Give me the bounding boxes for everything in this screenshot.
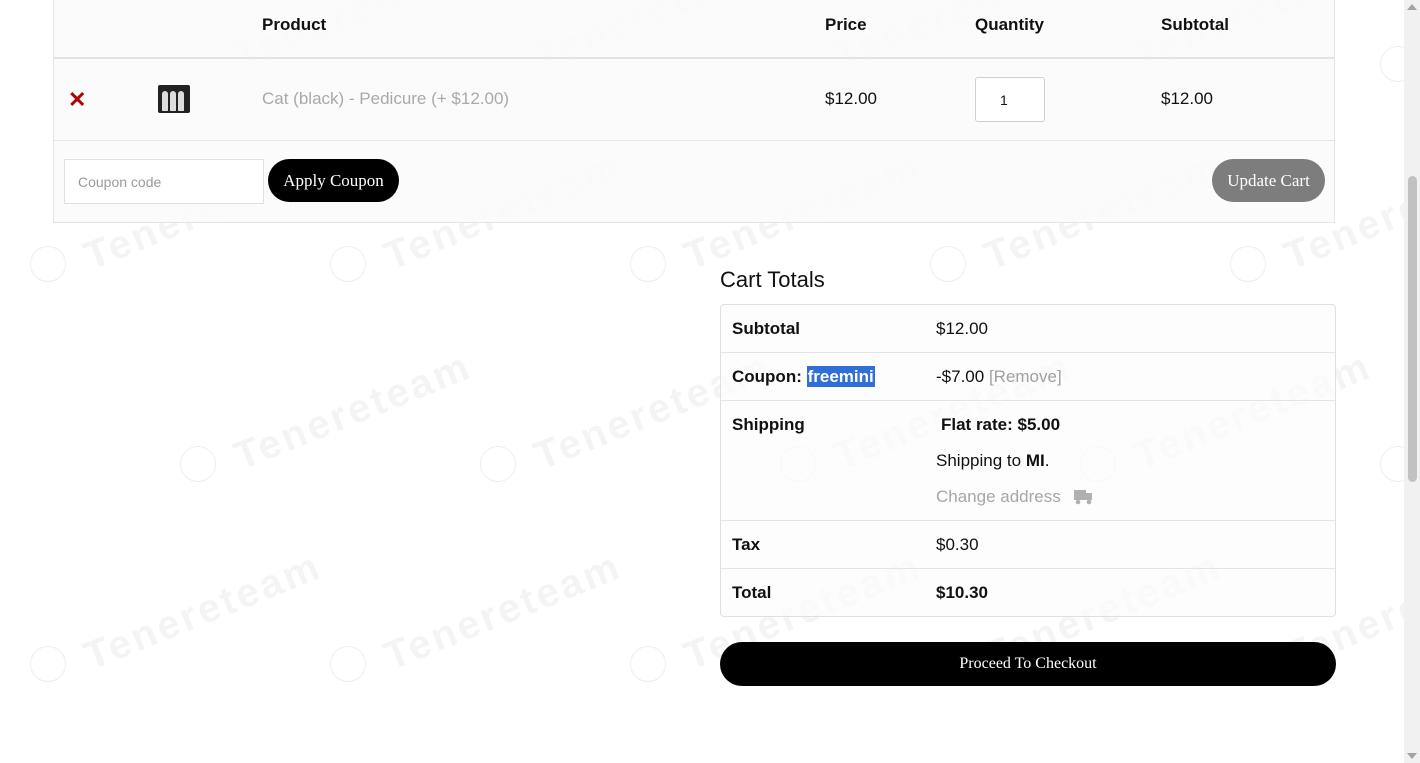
apply-coupon-button[interactable]: Apply Coupon <box>268 159 399 202</box>
truck-icon <box>1073 490 1092 505</box>
totals-row-shipping: Shipping Flat rate: $5.00 Shipping to MI… <box>721 401 1335 521</box>
shipping-to-region: MI <box>1025 451 1045 470</box>
change-address-label: Change address <box>936 487 1061 506</box>
proceed-to-checkout-button[interactable]: Proceed To Checkout <box>720 642 1336 686</box>
tax-value: $0.30 <box>936 535 979 554</box>
header-price: Price <box>825 15 867 34</box>
total-label: Total <box>732 583 772 602</box>
cart-totals-title: Cart Totals <box>720 267 825 292</box>
coupon-label: Coupon: <box>732 367 802 386</box>
totals-row-subtotal: Subtotal $12.00 <box>721 305 1335 353</box>
remove-coupon-link[interactable]: [Remove] <box>989 367 1062 386</box>
cart-item-row: ✕ Cat (black) - Pedicure (+ $12.00) $12.… <box>54 59 1334 141</box>
shipping-to-prefix: Shipping to <box>936 451 1022 470</box>
shipping-label: Shipping <box>732 415 805 434</box>
subtotal-value: $12.00 <box>936 319 988 338</box>
cart-table: Product Price Quantity Subtotal ✕ Cat (b… <box>53 0 1335 223</box>
totals-row-tax: Tax $0.30 <box>721 521 1335 569</box>
product-thumbnail[interactable] <box>158 85 190 113</box>
page-content: Product Price Quantity Subtotal ✕ Cat (b… <box>0 0 1420 763</box>
header-product: Product <box>262 15 327 34</box>
remove-item-button[interactable]: ✕ <box>68 87 86 113</box>
totals-row-total: Total $10.30 <box>721 569 1335 617</box>
coupon-code-highlight: freemini <box>806 366 875 387</box>
coupon-label-group: Coupon: freemini <box>732 366 875 387</box>
product-subtotal: $12.00 <box>1161 89 1213 108</box>
update-cart-button[interactable]: Update Cart <box>1212 159 1325 202</box>
totals-row-coupon: Coupon: freemini -$7.00 [Remove] <box>721 353 1335 401</box>
product-name-link[interactable]: Cat (black) - Pedicure (+ $12.00) <box>262 89 509 109</box>
quantity-input[interactable] <box>975 77 1045 122</box>
cart-table-header: Product Price Quantity Subtotal <box>54 0 1334 59</box>
change-address-link[interactable]: Change address <box>936 487 1094 507</box>
header-quantity: Quantity <box>975 15 1044 34</box>
product-price: $12.00 <box>825 89 877 108</box>
cart-totals-table: Subtotal $12.00 Coupon: freemini -$7.00 … <box>720 304 1336 617</box>
close-icon: ✕ <box>68 87 87 112</box>
coupon-discount-value: -$7.00 <box>936 367 985 386</box>
total-value: $10.30 <box>936 583 988 602</box>
shipping-method: Flat rate: $5.00 <box>941 415 1061 434</box>
coupon-value-group: -$7.00 [Remove] <box>936 367 1062 387</box>
coupon-code-input[interactable] <box>64 159 264 204</box>
tax-label: Tax <box>732 535 761 554</box>
shipping-to-suffix: . <box>1044 451 1050 470</box>
header-subtotal: Subtotal <box>1161 15 1229 34</box>
subtotal-label: Subtotal <box>732 319 800 338</box>
shipping-destination: Shipping to MI. <box>936 451 1049 471</box>
